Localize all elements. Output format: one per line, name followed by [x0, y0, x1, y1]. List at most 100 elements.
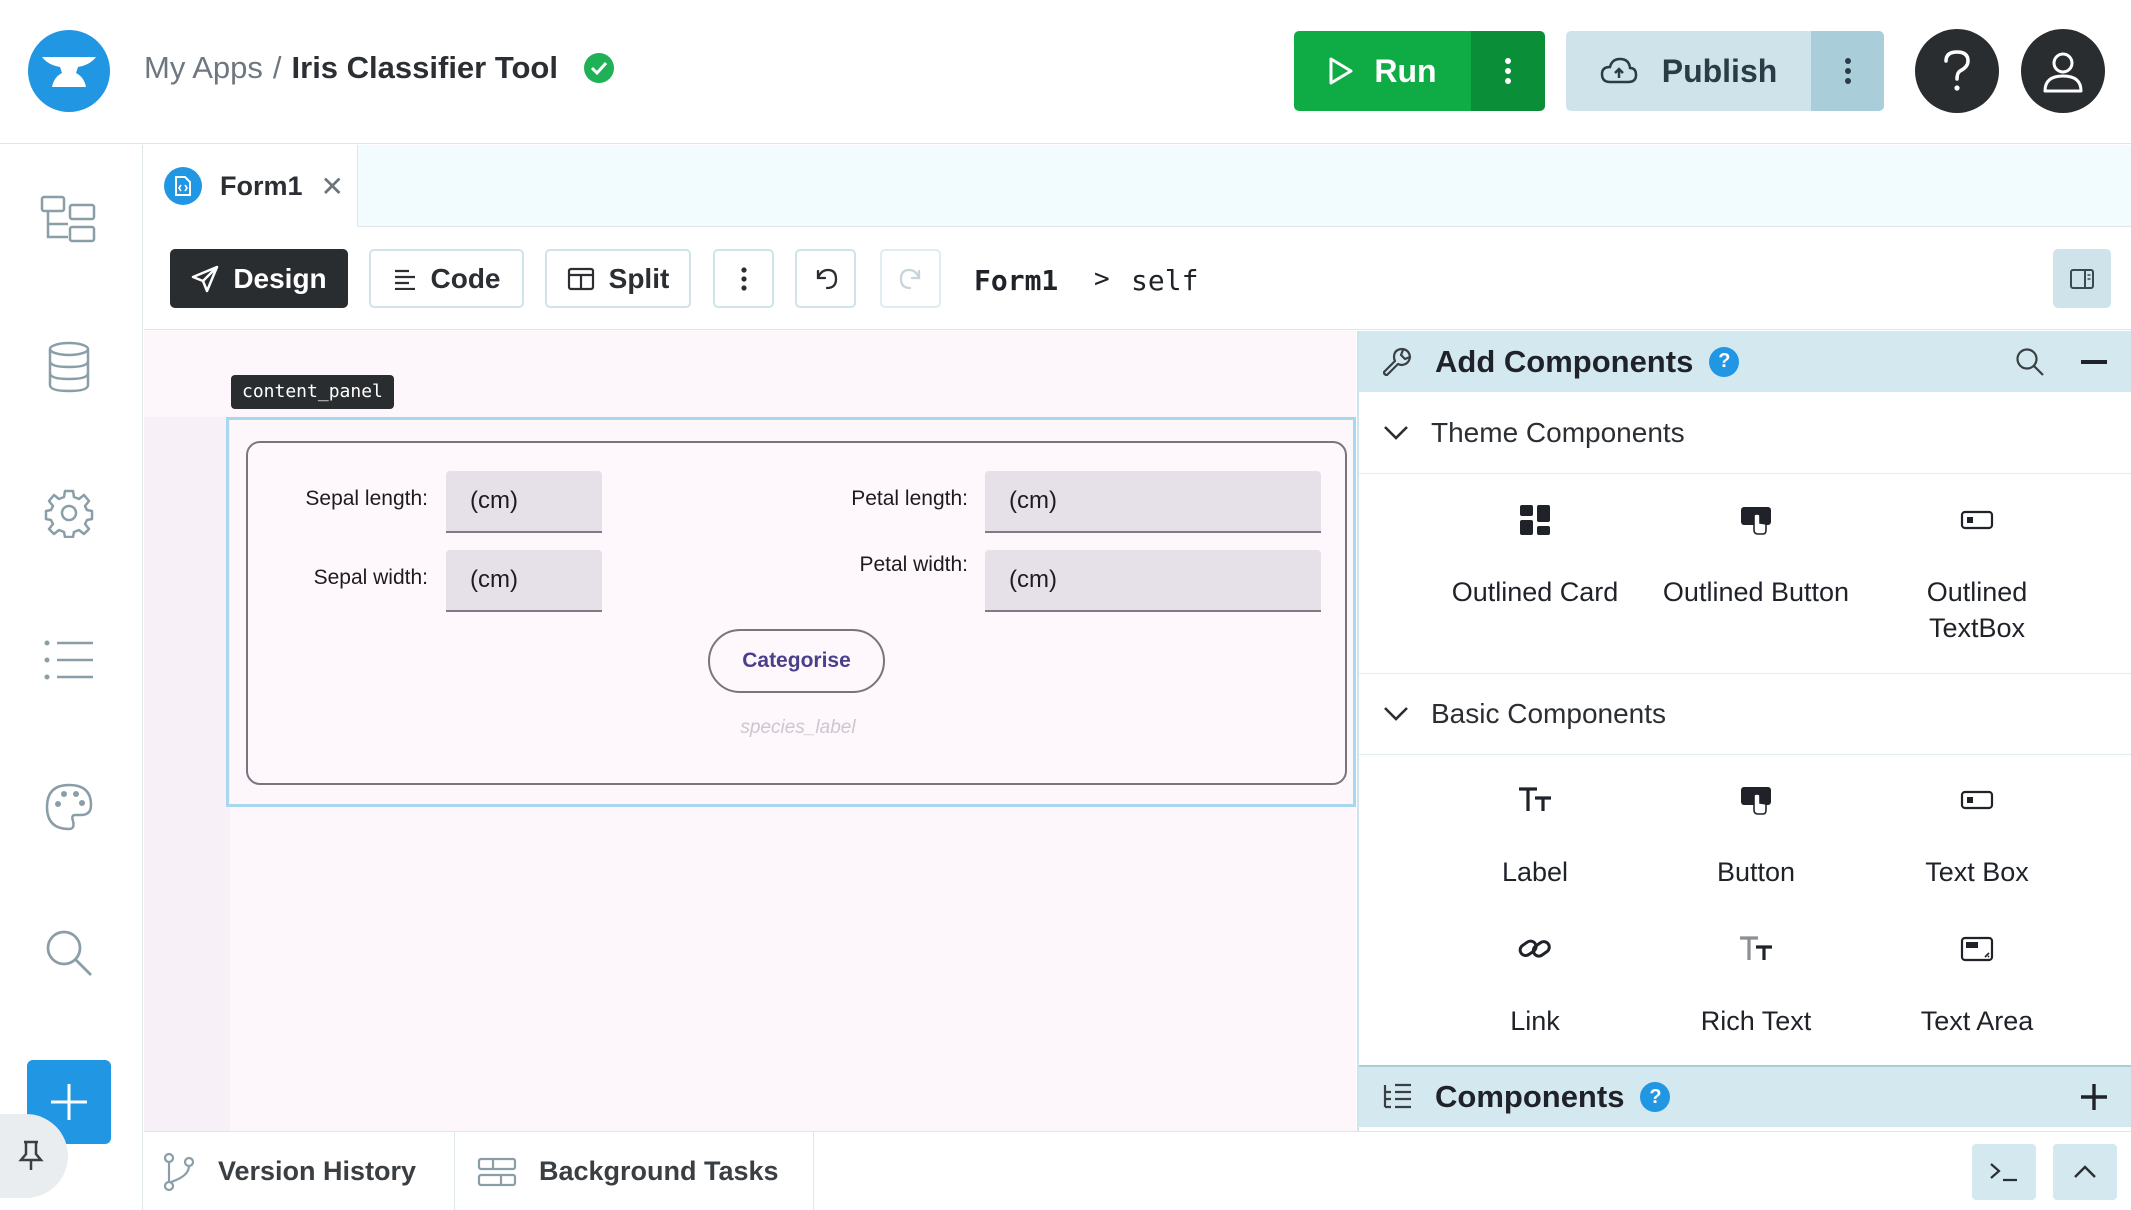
- align-left-icon: [393, 268, 417, 290]
- component-label: Outlined Card: [1451, 577, 1619, 607]
- content-panel[interactable]: Sepal length: (cm) Sepal width: (cm) Pet…: [226, 417, 1356, 807]
- code-mode-button[interactable]: Code: [369, 249, 524, 308]
- components-tree-header[interactable]: Components ?: [1359, 1065, 2131, 1127]
- content-panel-tag[interactable]: content_panel: [231, 375, 394, 409]
- play-icon: [1328, 56, 1354, 86]
- component-rich-text-item[interactable]: Rich Text: [1646, 925, 1866, 1039]
- design-canvas[interactable]: content_panel Sepal length: (cm) Sepal w…: [144, 331, 1356, 1131]
- add-components-title: Add Components: [1435, 343, 1694, 379]
- rich-text-icon: [1732, 925, 1780, 973]
- user-icon: [2041, 49, 2085, 93]
- toolbox-panel: Add Components ? Theme Components Outlin…: [1357, 331, 2131, 1131]
- basic-components-label: Basic Components: [1431, 698, 1667, 729]
- tab-label: Form1: [220, 170, 303, 201]
- petal-width-input[interactable]: (cm): [985, 550, 1321, 612]
- paper-plane-icon: [191, 265, 219, 293]
- component-outlined-textbox[interactable]: Outlined TextBox: [1867, 496, 2087, 646]
- cloud-upload-icon: [1600, 56, 1638, 86]
- app-browser-icon[interactable]: [39, 190, 99, 250]
- canvas-gutter: [144, 417, 230, 1131]
- tasks-icon: [477, 1157, 517, 1187]
- component-label-item[interactable]: Label: [1425, 776, 1645, 890]
- undo-icon: [812, 265, 840, 293]
- button-icon: [1732, 776, 1780, 824]
- terminal-icon: [1989, 1161, 2019, 1183]
- component-link-item[interactable]: Link: [1425, 925, 1645, 1039]
- outlined-card-icon: [1511, 496, 1559, 544]
- git-branch-icon: [162, 1152, 196, 1192]
- help-icon[interactable]: ?: [1640, 1082, 1671, 1112]
- outlined-button-icon: [1732, 496, 1780, 544]
- component-label: Text Box: [1925, 857, 2029, 887]
- more-vertical-icon: [1844, 58, 1852, 84]
- component-outlined-button[interactable]: Outlined Button: [1646, 496, 1866, 610]
- design-mode-button[interactable]: Design: [170, 249, 348, 308]
- path-separator: >: [1094, 264, 1110, 294]
- close-icon[interactable]: ✕: [321, 170, 344, 203]
- wrench-icon: [1381, 346, 1413, 378]
- search-icon[interactable]: [39, 923, 99, 983]
- more-vertical-icon: [1504, 58, 1512, 84]
- help-icon[interactable]: ?: [1709, 346, 1740, 377]
- sepal-length-input[interactable]: (cm): [446, 471, 602, 533]
- component-text-area-item[interactable]: Text Area: [1867, 925, 2087, 1039]
- redo-icon: [897, 265, 925, 293]
- anvil-logo-icon[interactable]: [28, 30, 110, 112]
- run-options-button[interactable]: [1471, 31, 1545, 111]
- publish-button[interactable]: Publish: [1566, 31, 1811, 111]
- app-name[interactable]: Iris Classifier Tool: [292, 50, 558, 86]
- path-form-name[interactable]: Form1: [974, 264, 1058, 297]
- search-icon[interactable]: [2015, 347, 2045, 377]
- publish-options-button[interactable]: [1811, 31, 1884, 111]
- component-text-box-item[interactable]: Text Box: [1867, 776, 2087, 890]
- categorise-button[interactable]: Categorise: [708, 629, 885, 693]
- settings-gear-icon[interactable]: [39, 483, 99, 543]
- toggle-properties-panel-button[interactable]: [2053, 249, 2111, 308]
- text-area-icon: [1953, 925, 2001, 973]
- species-label[interactable]: species_label: [738, 717, 858, 739]
- component-button-item[interactable]: Button: [1646, 776, 1866, 890]
- plus-icon: [49, 1082, 89, 1122]
- code-label: Code: [430, 262, 501, 294]
- sepal-width-input[interactable]: (cm): [446, 550, 602, 612]
- outlined-card[interactable]: Sepal length: (cm) Sepal width: (cm) Pet…: [246, 441, 1347, 785]
- expand-plus-icon[interactable]: [2081, 1084, 2107, 1110]
- form-file-icon: [164, 167, 202, 205]
- outlined-textbox-icon: [1953, 496, 2001, 544]
- pin-icon: [18, 1140, 44, 1172]
- path-self[interactable]: self: [1131, 264, 1198, 297]
- sepal-width-label[interactable]: Sepal width:: [268, 566, 428, 590]
- component-label: Text Area: [1920, 1006, 2034, 1036]
- petal-length-input[interactable]: (cm): [985, 471, 1321, 533]
- petal-length-label[interactable]: Petal length:: [788, 487, 968, 511]
- theme-palette-icon[interactable]: [39, 777, 99, 837]
- component-label: Rich Text: [1700, 1006, 1812, 1036]
- breadcrumb-my-apps[interactable]: My Apps: [144, 50, 263, 86]
- database-icon[interactable]: [39, 337, 99, 397]
- list-icon[interactable]: [39, 630, 99, 690]
- expand-bottom-panel-button[interactable]: [2053, 1144, 2117, 1200]
- undo-button[interactable]: [795, 249, 856, 308]
- console-button[interactable]: [1972, 1144, 2036, 1200]
- component-label: Label: [1501, 857, 1569, 887]
- redo-button[interactable]: [880, 249, 941, 308]
- component-outlined-card[interactable]: Outlined Card: [1425, 496, 1645, 610]
- chevron-down-icon: [1383, 706, 1409, 722]
- add-components-header: Add Components ?: [1359, 331, 2131, 392]
- design-label: Design: [233, 262, 327, 294]
- tab-form1[interactable]: Form1 ✕: [144, 145, 358, 227]
- collapse-minus-icon[interactable]: [2081, 359, 2107, 364]
- background-tasks-tab[interactable]: Background Tasks: [455, 1132, 814, 1210]
- toolbar-more-button[interactable]: [713, 249, 774, 308]
- version-history-tab[interactable]: Version History: [144, 1132, 455, 1210]
- help-button[interactable]: [1915, 29, 1999, 113]
- basic-components-section[interactable]: Basic Components: [1359, 673, 2131, 755]
- account-button[interactable]: [2021, 29, 2105, 113]
- label-icon: [1511, 776, 1559, 824]
- split-mode-button[interactable]: Split: [545, 249, 691, 308]
- run-button[interactable]: Run: [1294, 31, 1471, 111]
- theme-components-section[interactable]: Theme Components: [1359, 392, 2131, 474]
- petal-width-label[interactable]: Petal width:: [788, 553, 968, 577]
- sepal-length-label[interactable]: Sepal length:: [268, 487, 428, 511]
- run-label: Run: [1374, 52, 1437, 89]
